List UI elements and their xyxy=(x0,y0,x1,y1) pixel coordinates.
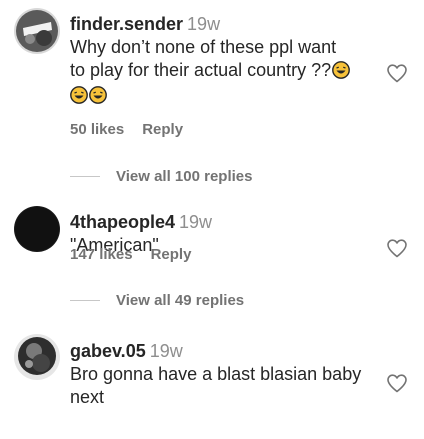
comment-header: 4thapeople4 19w xyxy=(70,211,424,233)
laughing-emoji-icon xyxy=(89,86,107,104)
comment-text-line-content: to play for their actual country ?? xyxy=(70,60,332,80)
comment-text: Why don’t none of these ppl want to play… xyxy=(70,36,424,107)
avatar-image xyxy=(14,8,60,54)
avatar-image xyxy=(14,206,60,252)
comment-actions: 50 likes Reply xyxy=(70,121,201,138)
heart-icon[interactable] xyxy=(385,236,409,260)
timestamp: 19w xyxy=(187,14,221,34)
view-replies-label: View all 49 replies xyxy=(116,291,245,309)
heart-icon[interactable] xyxy=(385,371,409,395)
avatar[interactable] xyxy=(14,334,60,380)
divider-line xyxy=(70,175,100,177)
comment-text-line: Bro gonna have a blast blasian baby xyxy=(70,364,362,384)
divider-line xyxy=(70,299,100,301)
comment-body: finder.sender 19w Why don’t none of these… xyxy=(70,13,424,107)
like-count[interactable]: 50 likes xyxy=(70,121,124,138)
username[interactable]: gabev.05 xyxy=(70,341,146,361)
timestamp: 19w xyxy=(179,212,213,232)
avatar[interactable] xyxy=(14,206,60,252)
comment-text: Bro gonna have a blast blasian baby next xyxy=(70,363,424,409)
username[interactable]: finder.sender xyxy=(70,14,183,34)
comment-header: finder.sender 19w xyxy=(70,13,424,35)
comments-thread: finder.sender 19w Why don’t none of these… xyxy=(0,0,424,439)
view-replies-button[interactable]: View all 49 replies xyxy=(70,290,244,310)
comment-text-line: Why don’t none of these ppl want xyxy=(70,37,337,57)
comment-body: gabev.05 19w Bro gonna have a blast blasi… xyxy=(70,340,424,409)
comment-text-line: to play for their actual country ?? xyxy=(70,59,424,82)
reply-button[interactable]: Reply xyxy=(142,121,183,138)
comment-text-line: next xyxy=(70,387,105,407)
username[interactable]: 4thapeople4 xyxy=(70,212,175,232)
reply-button[interactable]: Reply xyxy=(151,246,192,263)
heart-icon[interactable] xyxy=(385,61,409,85)
laughing-emoji-icon xyxy=(70,86,88,104)
comment-header: gabev.05 19w xyxy=(70,340,424,362)
laughing-emoji-icon xyxy=(332,61,351,79)
comment-text-line xyxy=(70,84,424,107)
avatar-image xyxy=(14,334,60,380)
avatar[interactable] xyxy=(14,8,60,54)
comment-actions: 147 likes Reply xyxy=(70,246,209,263)
like-count[interactable]: 147 likes xyxy=(70,246,133,263)
view-replies-button[interactable]: View all 100 replies xyxy=(70,166,252,186)
timestamp: 19w xyxy=(149,341,183,361)
view-replies-label: View all 100 replies xyxy=(116,167,253,185)
